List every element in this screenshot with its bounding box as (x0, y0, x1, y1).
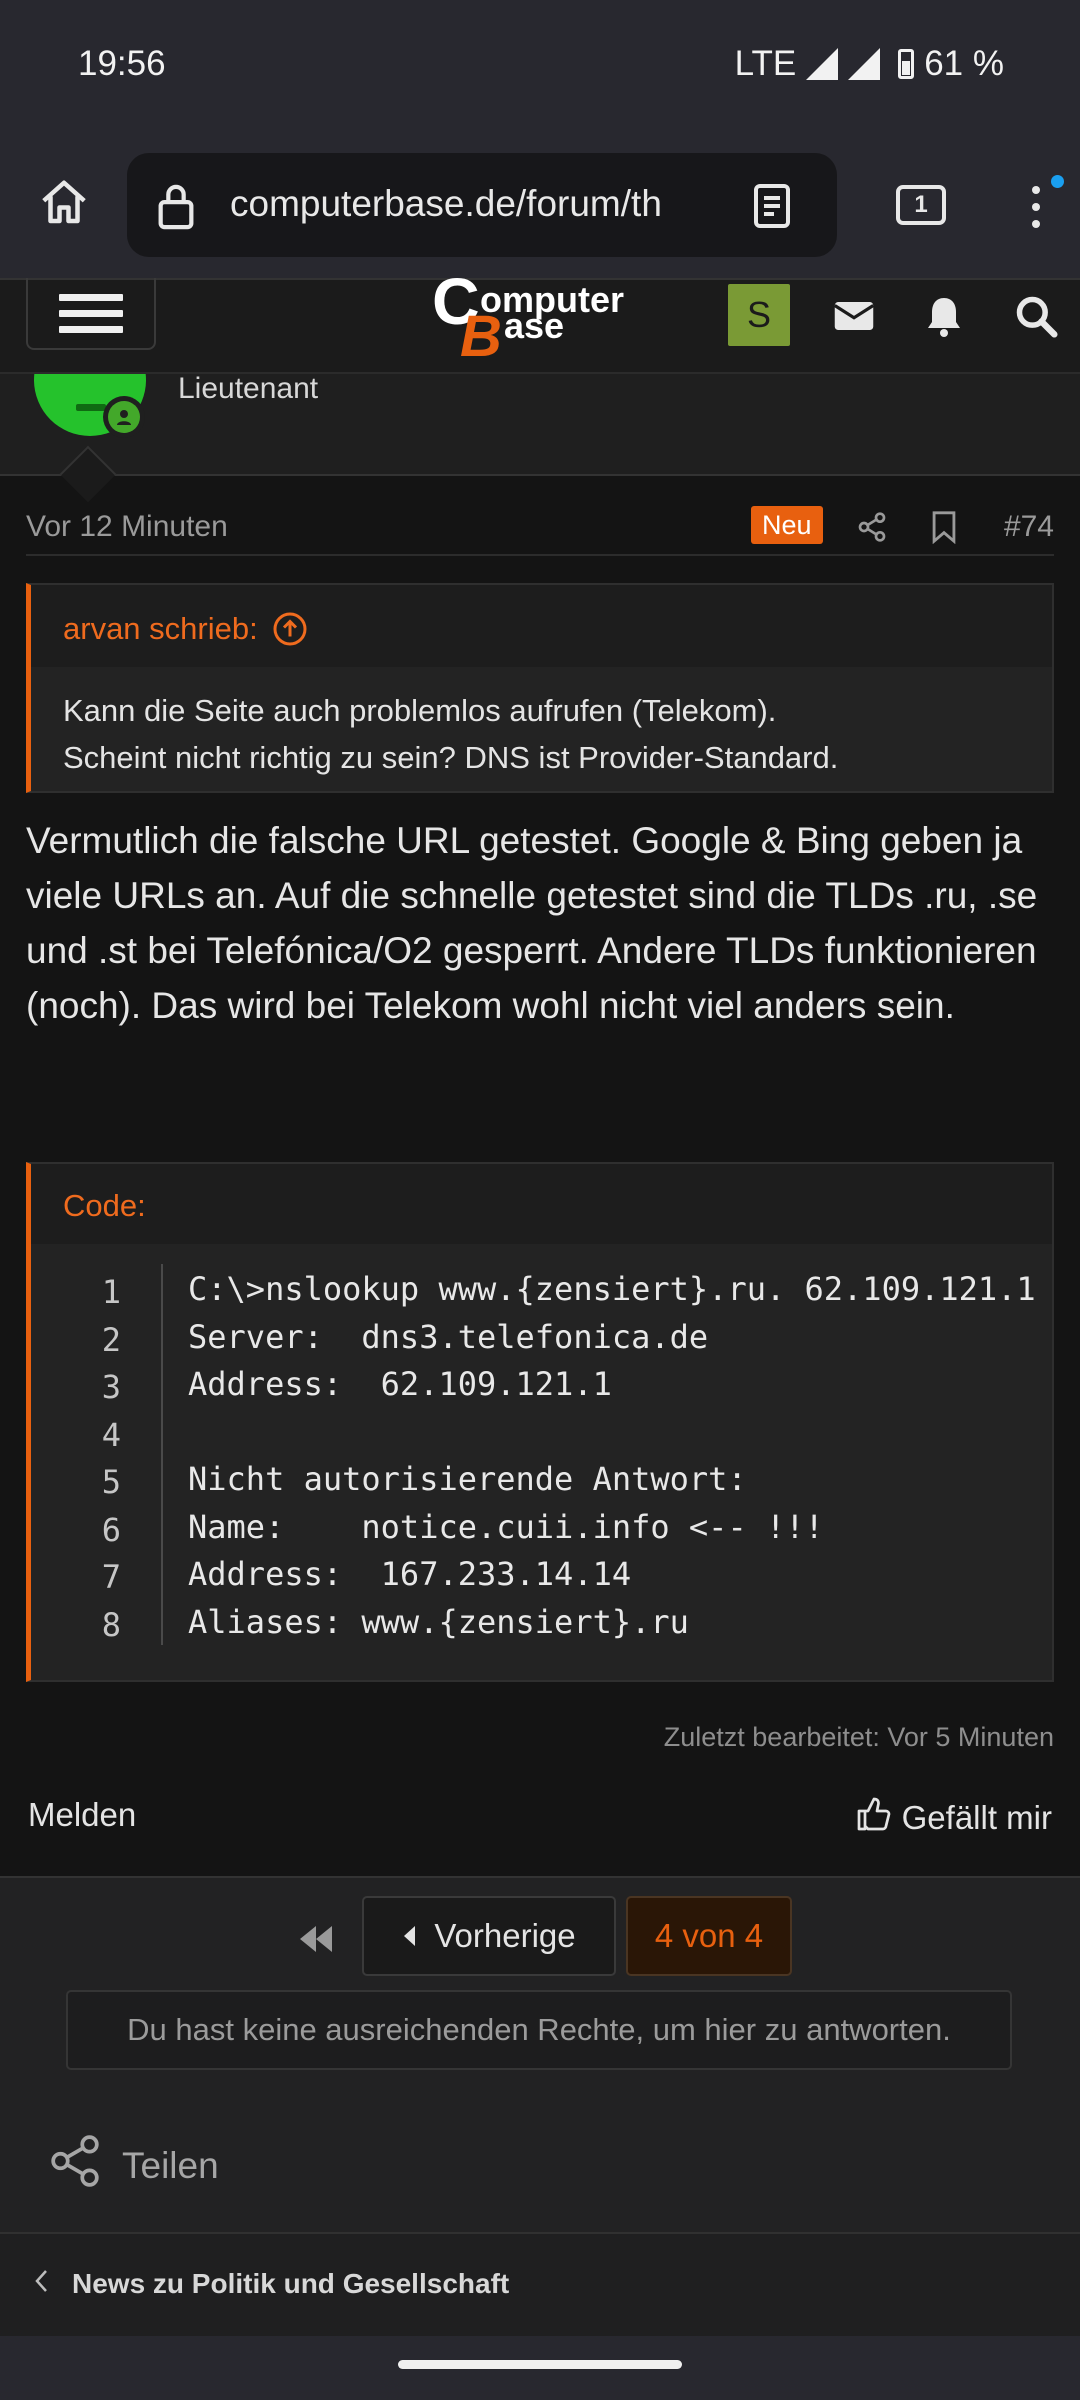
new-badge: Neu (751, 506, 823, 544)
previous-page-button[interactable]: Vorherige (362, 1896, 616, 1976)
code-line: 6 Name: notice.cuii.info <-- !!! (31, 1502, 1052, 1550)
quote-body: Kann die Seite auch problemlos aufrufen … (31, 667, 1052, 791)
network-type: LTE (734, 44, 797, 83)
first-page-icon[interactable] (294, 1914, 338, 1964)
url-text[interactable]: computerbase.de/forum/th (230, 183, 720, 225)
line-number: 2 (101, 1320, 121, 1359)
tab-count[interactable]: 1 (896, 185, 946, 225)
share-label: Teilen (122, 2144, 219, 2186)
computerbase-logo[interactable]: C omputer B ase (432, 264, 652, 369)
menu-more-icon[interactable] (1016, 179, 1056, 235)
quote-author[interactable]: arvan schrieb: (63, 611, 258, 647)
update-dot (1051, 175, 1064, 188)
system-nav-bar (0, 2336, 1080, 2400)
status-bar: 19:56 LTE 61 % (0, 0, 1080, 135)
code-line: 8 Aliases: www.{zensiert}.ru (31, 1597, 1052, 1645)
user-avatar[interactable]: S (728, 284, 790, 346)
breadcrumb-label: News zu Politik und Gesellschaft (72, 2268, 510, 2299)
current-page-button[interactable]: 4 von 4 (626, 1896, 792, 1976)
chevron-left-icon (34, 2268, 48, 2300)
code-text: Address: 167.233.14.14 (188, 1555, 632, 1593)
quote-line: Kann die Seite auch problemlos aufrufen … (63, 693, 777, 728)
code-text: C:\>nslookup www.{zensiert}.ru. 62.109.1… (188, 1270, 1036, 1308)
code-line: 7 Address: 167.233.14.14 (31, 1549, 1052, 1597)
post-date[interactable]: Vor 12 Minuten (26, 510, 228, 544)
code-line: 3 Address: 62.109.121.1 (31, 1359, 1052, 1407)
post-number[interactable]: #74 (1004, 510, 1054, 544)
address-bar[interactable]: computerbase.de/forum/th (127, 153, 837, 257)
breadcrumb: News zu Politik und Gesellschaft (0, 2232, 1080, 2336)
code-label: Code: (63, 1188, 146, 1223)
online-status-icon (103, 396, 145, 438)
code-line: 1 C:\>nslookup www.{zensiert}.ru. 62.109.… (31, 1264, 1052, 1312)
line-number: 4 (101, 1415, 121, 1454)
site-header: C omputer B ase S (0, 264, 1080, 374)
code-text: Name: notice.cuii.info <-- !!! (188, 1507, 824, 1546)
share-thread-button[interactable]: Teilen (50, 2134, 219, 2197)
quote-line: Scheint nicht richtig zu sein? DNS ist P… (63, 740, 839, 775)
post-author-strip (0, 374, 1080, 476)
reader-mode-icon[interactable] (745, 179, 799, 233)
url-fade (667, 173, 737, 237)
breadcrumb-link[interactable]: News zu Politik und Gesellschaft (34, 2268, 509, 2300)
report-link[interactable]: Melden (28, 1796, 136, 1834)
code-line: 2 Server: dns3.telefonica.de (31, 1312, 1052, 1360)
code-text: Server: dns3.telefonica.de (188, 1317, 709, 1356)
code-block: Code: 1 C:\>nslookup www.{zensiert}.ru. 6… (26, 1162, 1054, 1682)
signal-icon (806, 48, 839, 80)
author-title: Lieutenant (178, 372, 319, 405)
share-icon (50, 2134, 100, 2197)
code-body: 1 C:\>nslookup www.{zensiert}.ru. 62.109.… (31, 1244, 1052, 1680)
bell-icon[interactable] (918, 290, 970, 342)
lock-icon[interactable] (149, 179, 203, 233)
like-button[interactable]: Gefällt mir (856, 1796, 1052, 1840)
like-label: Gefällt mir (901, 1799, 1052, 1836)
bookmark-icon[interactable] (922, 506, 966, 548)
line-number: 3 (101, 1368, 121, 1406)
code-text: Aliases: www.{zensiert}.ru (188, 1602, 689, 1641)
caret-left-icon (402, 1917, 416, 1955)
status-icons: LTE 61 % (735, 44, 1004, 84)
line-number: 6 (101, 1510, 121, 1549)
line-number: 8 (101, 1605, 121, 1644)
code-text: Nicht autorisierende Antwort: (188, 1460, 747, 1498)
last-edited: Zuletzt bearbeitet: Vor 5 Minuten (663, 1722, 1054, 1752)
quote-block: arvan schrieb: Kann die Seite auch probl… (26, 583, 1054, 793)
jump-to-quote-icon[interactable] (272, 611, 308, 655)
browser-toolbar: computerbase.de/forum/th 1 (0, 135, 1080, 278)
home-gesture-handle[interactable] (398, 2360, 682, 2369)
no-rights-notice: Du hast keine ausreichenden Rechte, um h… (66, 1990, 1012, 2070)
code-line: 5 Nicht autorisierende Antwort: (31, 1454, 1052, 1502)
code-line: 4 (31, 1407, 1052, 1455)
previous-label: Vorherige (434, 1917, 576, 1954)
status-time: 19:56 (78, 44, 166, 83)
signal-icon-2 (848, 48, 881, 80)
tabs-button[interactable]: 1 (896, 183, 946, 227)
code-text: Address: 62.109.121.1 (188, 1365, 612, 1403)
share-icon[interactable] (850, 506, 894, 548)
line-number: 7 (101, 1558, 121, 1596)
logo-line2: ase (504, 305, 564, 346)
battery-level: 61 % (924, 44, 1004, 83)
line-number: 1 (101, 1273, 121, 1311)
logo-b: B (460, 304, 502, 369)
search-icon[interactable] (1008, 290, 1064, 342)
line-number: 5 (101, 1463, 121, 1501)
thumbs-up-icon (856, 1796, 892, 1840)
mail-icon[interactable] (828, 292, 880, 340)
hamburger-menu-icon[interactable] (26, 278, 156, 350)
battery-icon (898, 49, 915, 79)
home-icon[interactable] (34, 173, 94, 233)
post-body: Vermutlich die falsche URL getestet. Goo… (26, 820, 1038, 1026)
post-meta: Vor 12 Minuten Neu #74 (26, 500, 1054, 556)
